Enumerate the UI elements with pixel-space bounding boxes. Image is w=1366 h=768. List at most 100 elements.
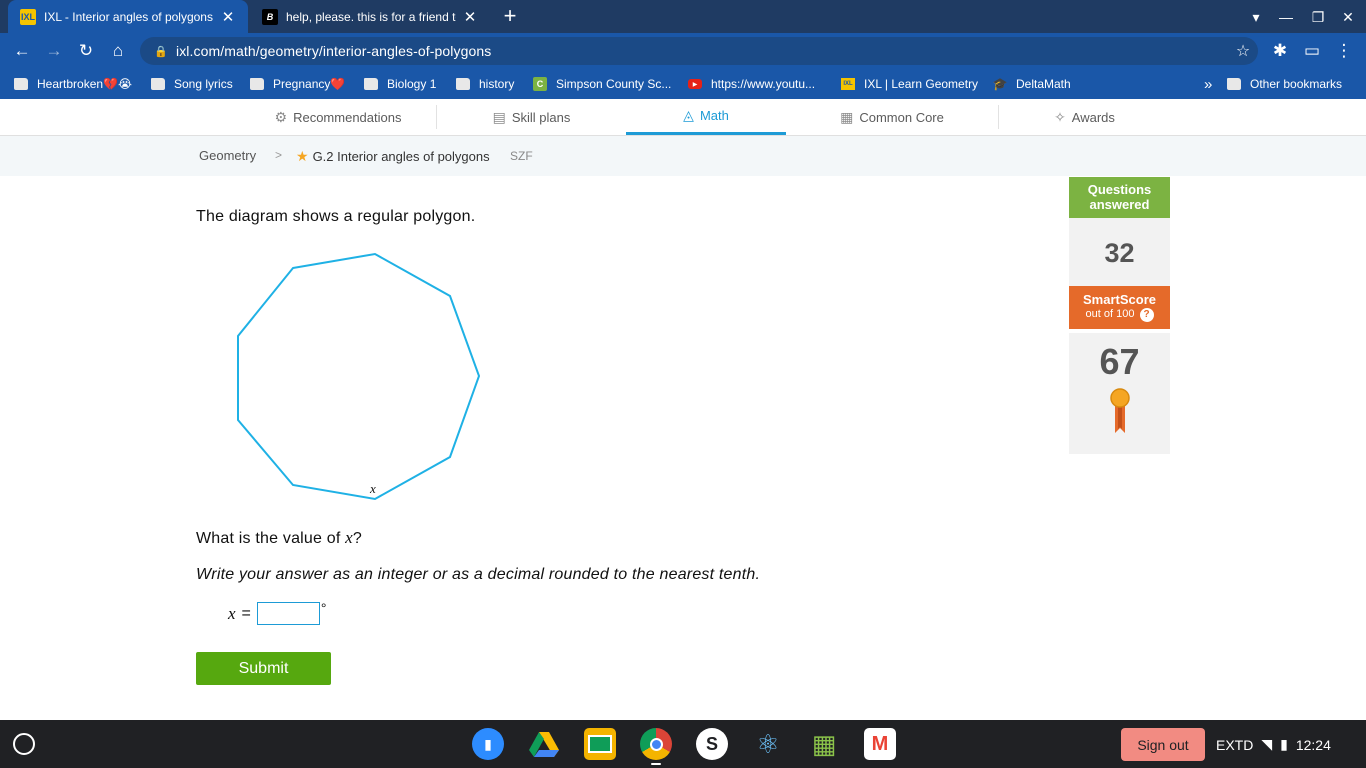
bookmark-label: Pregnancy❤️ [273,77,346,91]
smartscore-value: 67 [1099,341,1140,382]
extensions-icon[interactable]: ✱ [1268,39,1292,63]
ixl-icon: IXL [841,78,855,90]
nav-label: Awards [1071,109,1115,125]
forward-icon[interactable]: → [42,39,66,63]
reload-icon[interactable]: ↻ [74,39,98,63]
answer-row: x = ° [228,599,327,625]
chrome-icon[interactable] [640,728,672,760]
bookmark-folder[interactable]: Heartbroken💔😭 [14,69,132,99]
tab-title: help, please. this is for a friend to [286,9,456,24]
back-icon[interactable]: ← [10,39,34,63]
restore-icon[interactable]: ❐ [1308,7,1328,27]
nonagon-shape [237,252,481,501]
s-app-icon[interactable]: S [696,728,728,760]
bookmark-deltamath[interactable]: 🎓 DeltaMath [993,69,1071,99]
smartscore-label: SmartScore [1083,292,1156,307]
google-drive-icon[interactable] [528,728,560,760]
answer-input[interactable] [256,602,320,625]
menu-icon[interactable]: ⋮ [1332,39,1356,63]
bookmark-label: IXL | Learn Geometry [864,77,979,91]
atom-icon[interactable]: ⚛ [752,728,784,760]
other-bookmarks[interactable]: Other bookmarks [1227,69,1342,99]
bookmark-folder[interactable]: Biology 1 [364,69,436,99]
bookmark-simpson[interactable]: C Simpson County Sc... [533,69,671,99]
awards-icon: ✧ [1054,108,1066,125]
question-intro: The diagram shows a regular polygon. [196,208,476,225]
submit-button[interactable]: Submit [196,652,331,685]
tab-search-icon[interactable]: ▾ [1246,7,1266,27]
prompt-variable: x [345,528,353,547]
geogebra-icon[interactable]: ▦ [808,728,840,760]
skill-code: SZF [510,149,533,163]
question-instruction: Write your answer as an integer or as a … [196,566,761,583]
breadcrumb: Geometry > ★ G.2 Interior angles of polyg… [0,136,1366,176]
youtube-icon: ▶ [688,79,702,89]
sign-out-button[interactable]: Sign out [1121,728,1205,761]
keyboard-layout: EXTD [1216,736,1254,753]
tab-close-icon[interactable]: ✕ [462,8,478,26]
bookmark-star-icon[interactable]: ☆ [1228,41,1258,61]
equals-sign: = [241,604,251,622]
cast-icon[interactable]: ▭ [1300,39,1324,63]
tab-brainly[interactable]: B help, please. this is for a friend to … [250,0,490,33]
folder-icon [1227,78,1241,90]
os-taskbar: ▮ S ⚛ ▦ M Sign out EXTD ◥ ▮ 12:24 [0,720,1366,768]
bookmark-folder[interactable]: history [456,69,514,99]
nav-label: Common Core [859,109,944,125]
smartscore-header: SmartScore out of 100 ? [1069,286,1170,329]
system-tray[interactable]: EXTD ◥ ▮ 12:24 [1216,728,1339,761]
qa-label-line1: Questions [1087,182,1152,197]
smartscore-panel: 67 [1069,333,1170,454]
tab-ixl[interactable]: IXL IXL - Interior angles of polygons ( … [8,0,248,33]
wifi-icon: ◥ [1261,736,1273,752]
angle-label: x [369,481,376,496]
zoom-icon[interactable]: ▮ [472,728,504,760]
minimize-icon[interactable]: — [1276,7,1296,27]
gmail-icon[interactable]: M [864,728,896,760]
bookmark-folder[interactable]: Song lyrics [151,69,233,99]
launcher-icon[interactable] [13,733,35,755]
nav-label: Skill plans [511,109,571,125]
browser-toolbar: ← → ↻ ⌂ 🔒 ixl.com/math/geometry/interior… [0,33,1366,69]
ixl-nav: ⚙ Recommendations ▤ Skill plans ◬ Math ▦… [0,99,1366,136]
bookmark-label: Heartbroken💔😭 [37,77,132,91]
bookmarks-bar: Heartbroken💔😭 Song lyrics Pregnancy❤️ Bi… [0,69,1366,99]
bookmark-label: Simpson County Sc... [556,77,672,91]
prompt-end: ? [352,530,363,547]
qa-label-line2: answered [1089,197,1150,212]
nav-common-core[interactable]: ▦ Common Core [786,99,998,135]
nav-label: Recommendations [293,109,402,125]
skill-name: G.2 Interior angles of polygons [312,149,490,164]
lock-icon: 🔒 [154,45,168,58]
breadcrumb-separator: > [275,148,283,162]
folder-icon [364,78,378,90]
tab-close-icon[interactable]: ✕ [220,8,236,26]
nav-math[interactable]: ◬ Math [626,99,786,135]
star-icon: ★ [296,148,309,164]
bookmark-label: history [479,77,515,91]
home-icon[interactable]: ⌂ [106,39,130,63]
tab-title: IXL - Interior angles of polygons ( [44,9,214,24]
clock: 12:24 [1295,736,1331,753]
nav-recommendations[interactable]: ⚙ Recommendations [240,99,436,135]
folder-icon [14,78,28,90]
nav-skill-plans[interactable]: ▤ Skill plans [437,99,626,135]
nav-awards[interactable]: ✧ Awards [999,99,1170,135]
answer-variable: x [228,603,236,623]
bookmark-folder[interactable]: Pregnancy❤️ [250,69,345,99]
new-tab-button[interactable]: + [498,4,522,28]
breadcrumb-subject[interactable]: Geometry [199,148,256,163]
smartscore-sub: out of 100 [1085,308,1135,320]
skill-plans-icon: ▤ [492,108,506,125]
degree-symbol: ° [320,599,327,616]
address-bar[interactable]: 🔒 ixl.com/math/geometry/interior-angles-… [140,37,1258,65]
bookmark-youtube[interactable]: ▶ https://www.youtu... [688,69,815,99]
close-icon[interactable]: ✕ [1338,7,1358,27]
google-classroom-icon[interactable] [584,728,616,760]
folder-icon [250,78,264,90]
bookmarks-overflow-icon[interactable]: » [1204,69,1212,99]
nav-label: Math [699,108,729,123]
url-text: ixl.com/math/geometry/interior-angles-of… [176,43,492,59]
help-icon[interactable]: ? [1139,308,1154,322]
bookmark-ixl[interactable]: IXL IXL | Learn Geometry [841,69,978,99]
